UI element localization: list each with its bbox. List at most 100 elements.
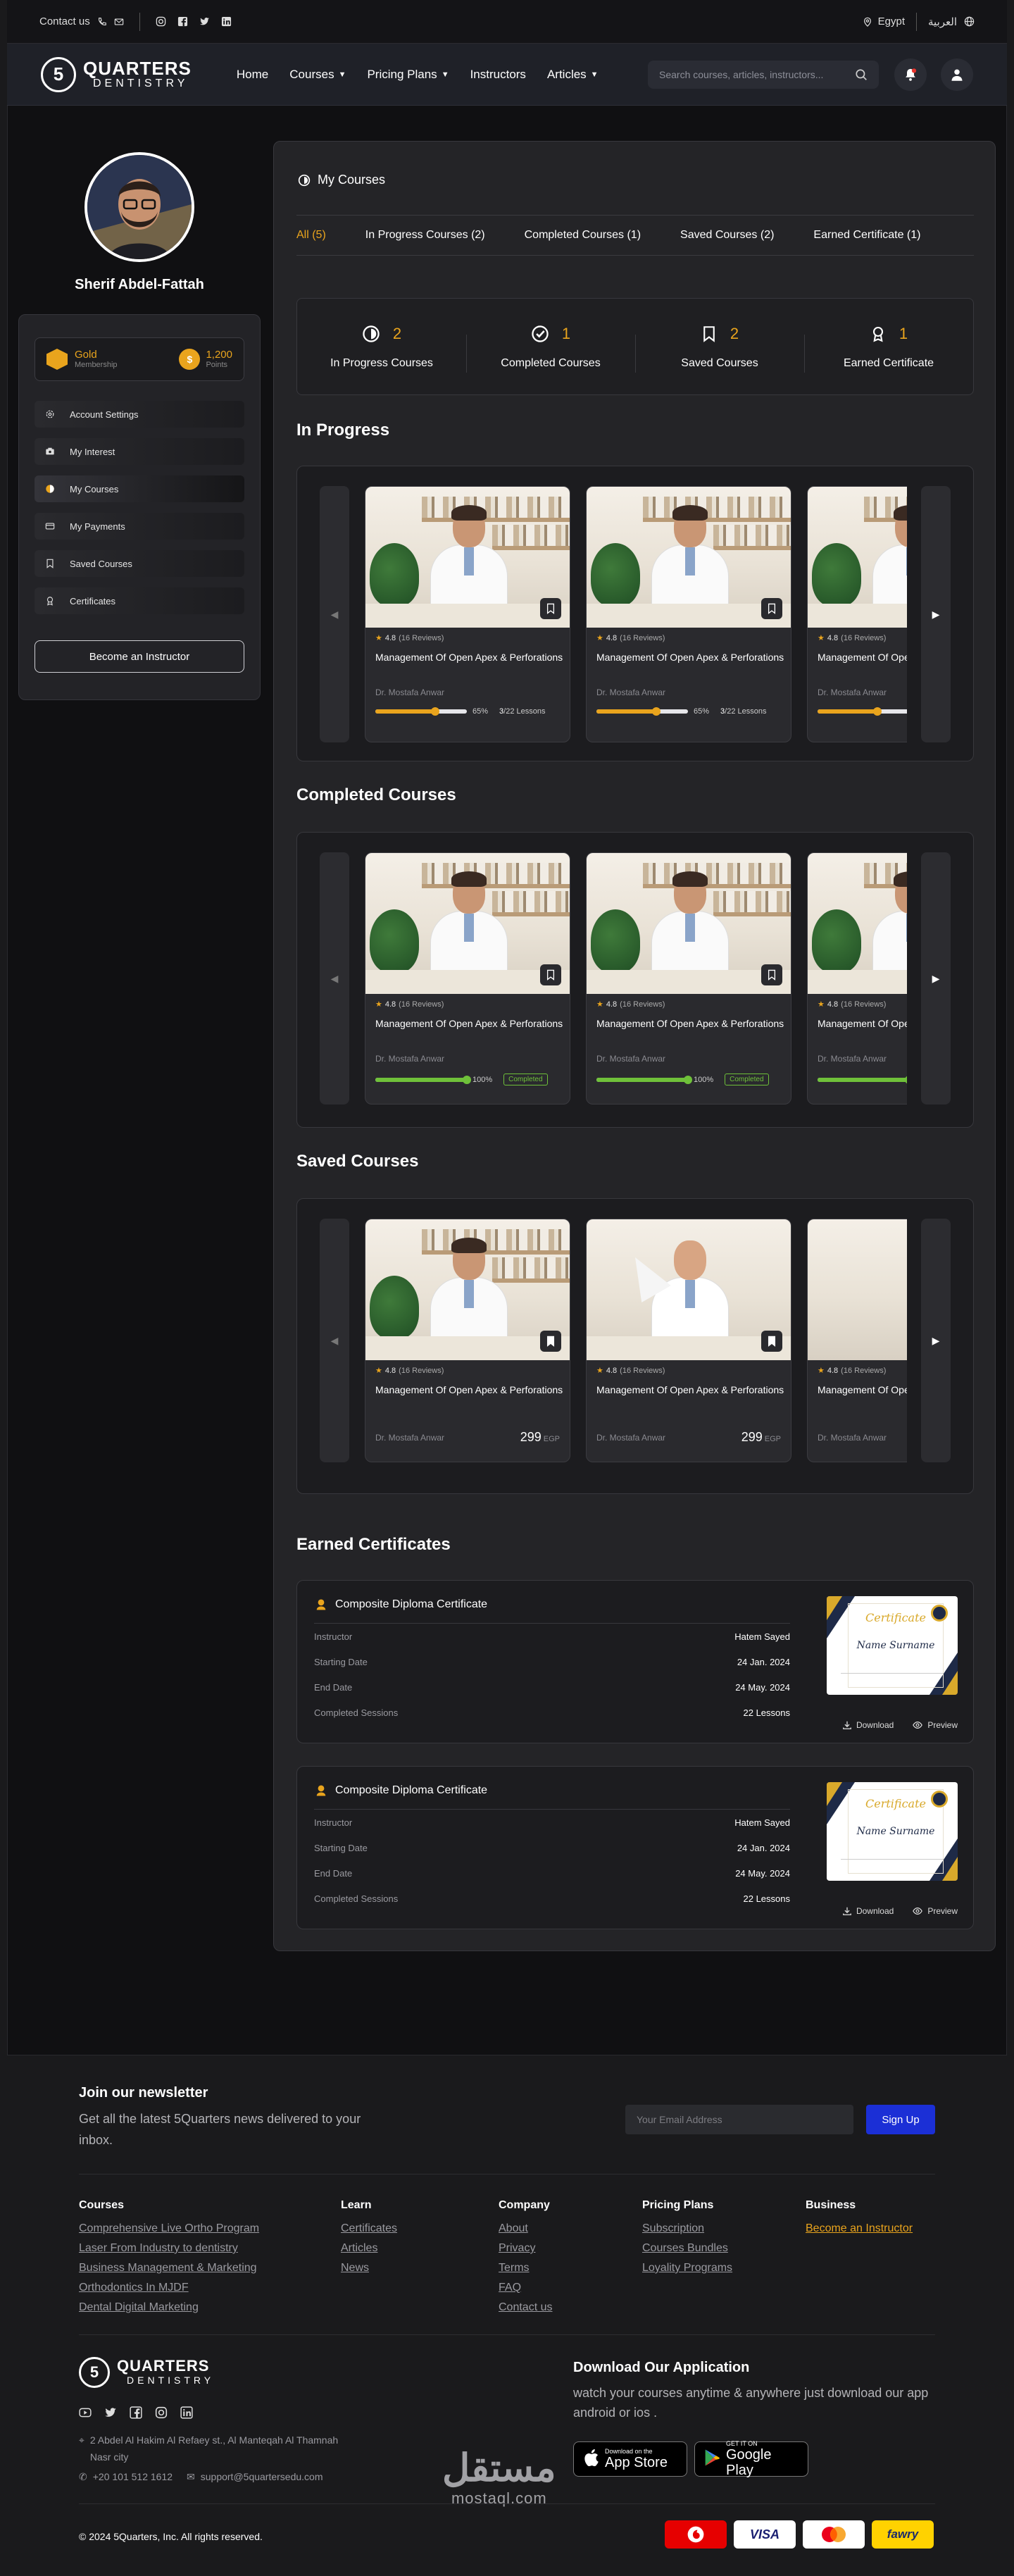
course-title[interactable]: Management Of Open Apex & Perforations bbox=[375, 1017, 563, 1044]
search-icon[interactable] bbox=[855, 68, 868, 81]
course-card[interactable]: ★4.8(16 Reviews) Management Of Open Apex … bbox=[365, 1219, 570, 1462]
carousel-prev-button[interactable]: ◀ bbox=[320, 486, 349, 742]
nav-courses[interactable]: Courses ▼ bbox=[289, 68, 346, 82]
footer-link[interactable]: Courses Bundles bbox=[642, 2239, 732, 2258]
bookmark-button[interactable] bbox=[761, 1331, 782, 1352]
carousel-prev-button[interactable]: ◀ bbox=[320, 1219, 349, 1462]
certificate-thumbnail[interactable]: Certificate Name Surname bbox=[827, 1596, 958, 1695]
sidebar-item-my-payments[interactable]: My Payments bbox=[35, 513, 244, 540]
bookmark-button[interactable] bbox=[761, 964, 782, 985]
footer-link[interactable]: Become an Instructor bbox=[806, 2219, 913, 2239]
tab-saved[interactable]: Saved Courses (2) bbox=[680, 229, 774, 242]
user-menu-button[interactable] bbox=[941, 58, 973, 91]
nav-articles[interactable]: Articles ▼ bbox=[547, 68, 599, 82]
course-title[interactable]: Management Of Open Apex & Perforations bbox=[818, 1383, 907, 1410]
linkedin-icon[interactable] bbox=[180, 2406, 193, 2419]
nav-instructors[interactable]: Instructors bbox=[470, 68, 526, 82]
course-card[interactable]: ★4.8(16 Reviews) Management Of Open Apex … bbox=[807, 852, 907, 1105]
sidebar-item-certificates[interactable]: Certificates bbox=[35, 587, 244, 614]
footer-link[interactable]: Loyality Programs bbox=[642, 2258, 732, 2278]
course-title[interactable]: Management Of Open Apex & Perforations bbox=[375, 651, 563, 678]
bookmark-button[interactable] bbox=[540, 964, 561, 985]
course-card[interactable]: ★4.8(16 Reviews) Management Of Open Apex … bbox=[807, 486, 907, 742]
language-switch[interactable]: العربية bbox=[928, 15, 957, 28]
footer-link[interactable]: Comprehensive Live Ortho Program bbox=[79, 2219, 259, 2239]
twitter-icon[interactable] bbox=[104, 2406, 117, 2419]
phone-link[interactable]: ✆ +20 101 512 1612 bbox=[79, 2471, 173, 2483]
course-card[interactable]: ★4.8(16 Reviews) Management Of Open Apex … bbox=[586, 852, 791, 1105]
footer-link[interactable]: Laser From Industry to dentistry bbox=[79, 2239, 259, 2258]
carousel-next-button[interactable]: ▶ bbox=[921, 486, 951, 742]
carousel-next-button[interactable]: ▶ bbox=[921, 852, 951, 1105]
bookmark-button[interactable] bbox=[540, 598, 561, 619]
nav-pricing-plans[interactable]: Pricing Plans ▼ bbox=[367, 68, 449, 82]
country-selector[interactable]: Egypt bbox=[878, 15, 905, 27]
course-title[interactable]: Management Of Open Apex & Perforations bbox=[596, 1017, 784, 1044]
footer-link[interactable]: FAQ bbox=[499, 2278, 552, 2298]
course-card[interactable]: ★4.8(16 Reviews) Management Of Open Apex … bbox=[365, 852, 570, 1105]
course-card[interactable]: ★4.8(16 Reviews) Management Of Open Apex … bbox=[365, 486, 570, 742]
footer-link[interactable]: Privacy bbox=[499, 2239, 552, 2258]
download-button[interactable]: Download bbox=[842, 1720, 894, 1730]
signup-button[interactable]: Sign Up bbox=[866, 2105, 935, 2134]
course-title[interactable]: Management Of Open Apex & Perforations bbox=[818, 651, 907, 678]
bookmark-button[interactable] bbox=[540, 1331, 561, 1352]
facebook-icon[interactable] bbox=[130, 2406, 142, 2419]
course-title[interactable]: Management Of Open Apex & Perforations bbox=[596, 1383, 784, 1410]
linkedin-icon[interactable] bbox=[221, 16, 232, 27]
footer-link[interactable]: About bbox=[499, 2219, 552, 2239]
preview-button[interactable]: Preview bbox=[912, 1720, 958, 1730]
footer-link[interactable]: Articles bbox=[341, 2239, 397, 2258]
sidebar-item-saved-courses[interactable]: Saved Courses bbox=[35, 550, 244, 577]
in-progress-carousel: ◀ ★ 4.8 (16 Reviews) Management Of Open Ape… bbox=[296, 466, 974, 761]
carousel-next-button[interactable]: ▶ bbox=[921, 1219, 951, 1462]
globe-icon[interactable] bbox=[964, 16, 975, 27]
course-title[interactable]: Management Of Open Apex & Perforations bbox=[596, 651, 784, 678]
mail-icon[interactable] bbox=[114, 17, 124, 27]
notifications-button[interactable] bbox=[894, 58, 927, 91]
course-title[interactable]: Management Of Open Apex & Perforations bbox=[375, 1383, 563, 1410]
footer-link[interactable]: Orthodontics In MJDF bbox=[79, 2278, 259, 2298]
carousel-prev-button[interactable]: ◀ bbox=[320, 852, 349, 1105]
course-title[interactable]: Management Of Open Apex & Perforations bbox=[818, 1017, 907, 1044]
instagram-icon[interactable] bbox=[155, 2406, 168, 2419]
footer-link[interactable]: News bbox=[341, 2258, 397, 2278]
footer-link[interactable]: Subscription bbox=[642, 2219, 732, 2239]
desk bbox=[587, 604, 791, 628]
email-link[interactable]: ✉ support@5quartersedu.com bbox=[187, 2471, 323, 2483]
youtube-icon[interactable] bbox=[79, 2406, 92, 2419]
nav-home[interactable]: Home bbox=[237, 68, 268, 82]
tab-earned-certificate[interactable]: Earned Certificate (1) bbox=[813, 229, 920, 242]
email-field[interactable]: Your Email Address bbox=[625, 2105, 853, 2134]
become-instructor-button[interactable]: Become an Instructor bbox=[35, 640, 244, 673]
course-card[interactable]: ★4.8(16 Reviews) Management Of Open Apex … bbox=[807, 1219, 907, 1462]
tab-in-progress[interactable]: In Progress Courses (2) bbox=[365, 229, 485, 242]
footer-link[interactable]: Business Management & Marketing bbox=[79, 2258, 259, 2278]
footer-logo[interactable]: 5 QUARTERS DENTISTRY bbox=[79, 2357, 214, 2388]
sidebar-item-my-courses[interactable]: My Courses bbox=[35, 475, 244, 502]
footer-link[interactable]: Certificates bbox=[341, 2219, 397, 2239]
course-card[interactable]: ★4.8(16 Reviews) Management Of Open Apex … bbox=[586, 1219, 791, 1462]
sidebar-item-account-settings[interactable]: Account Settings bbox=[35, 401, 244, 428]
site-logo[interactable]: 5 QUARTERS DENTISTRY bbox=[41, 56, 192, 92]
tab-completed[interactable]: Completed Courses (1) bbox=[525, 229, 641, 242]
app-store-button[interactable]: Download on the App Store bbox=[573, 2441, 687, 2477]
footer-link[interactable]: Contact us bbox=[499, 2298, 552, 2317]
twitter-icon[interactable] bbox=[199, 16, 210, 27]
download-button[interactable]: Download bbox=[842, 1906, 894, 1916]
instagram-icon[interactable] bbox=[156, 16, 166, 27]
course-card-body: ★4.8(16 Reviews) Management Of Open Apex … bbox=[365, 628, 570, 721]
course-card-body: ★4.8(16 Reviews) Management Of Open Apex … bbox=[587, 628, 791, 721]
preview-button[interactable]: Preview bbox=[912, 1906, 958, 1916]
phone-icon[interactable] bbox=[97, 17, 107, 27]
google-play-button[interactable]: GET IT ON Google Play bbox=[694, 2440, 808, 2478]
facebook-icon[interactable] bbox=[177, 16, 188, 27]
certificate-thumbnail[interactable]: Certificate Name Surname bbox=[827, 1782, 958, 1881]
tab-all[interactable]: All (5) bbox=[296, 229, 326, 242]
search-input[interactable]: Search courses, articles, instructors... bbox=[648, 60, 879, 89]
bookmark-button[interactable] bbox=[761, 598, 782, 619]
footer-link[interactable]: Dental Digital Marketing bbox=[79, 2298, 259, 2317]
course-card[interactable]: ★4.8(16 Reviews) Management Of Open Apex … bbox=[586, 486, 791, 742]
footer-link[interactable]: Terms bbox=[499, 2258, 552, 2278]
sidebar-item-my-interest[interactable]: My Interest bbox=[35, 438, 244, 465]
